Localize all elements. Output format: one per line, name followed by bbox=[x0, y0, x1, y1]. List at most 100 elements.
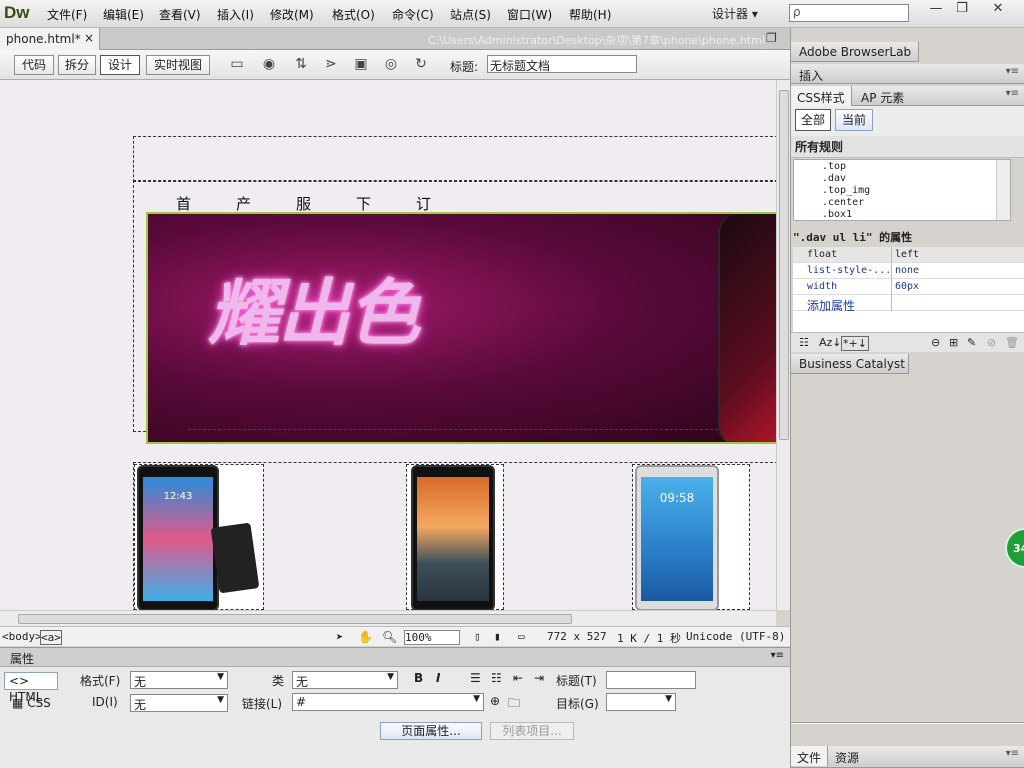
tab-files[interactable]: 文件 bbox=[791, 746, 829, 766]
tab-assets[interactable]: 资源 bbox=[829, 746, 865, 766]
vertical-scrollbar[interactable] bbox=[776, 80, 790, 610]
window-size-readout[interactable]: 772 x 527 bbox=[547, 630, 607, 643]
phone-size-icon[interactable]: ▯ bbox=[474, 630, 481, 643]
rules-scrollbar[interactable] bbox=[996, 160, 1010, 220]
browserlab-panel-tab[interactable]: Adobe BrowserLab bbox=[791, 42, 919, 62]
validate-icon[interactable]: ◎ bbox=[380, 56, 402, 74]
horizontal-scrollbar[interactable] bbox=[0, 610, 776, 626]
menu-file[interactable]: 文件(F) bbox=[47, 6, 87, 23]
ordered-list-icon[interactable]: ☷ bbox=[491, 671, 502, 685]
design-view-button[interactable]: 设计 bbox=[100, 55, 140, 75]
delete-rule-icon[interactable]: 🗑︎ bbox=[1005, 336, 1019, 349]
product-box-3[interactable]: 09:58 bbox=[632, 464, 750, 610]
close-button[interactable]: ✕ bbox=[984, 1, 1012, 19]
top-div[interactable] bbox=[133, 136, 776, 182]
debug-icon[interactable]: ⋗ bbox=[320, 56, 342, 74]
document-title-input[interactable]: 无标题文档 bbox=[487, 55, 637, 73]
edit-rule-icon[interactable]: ✎ bbox=[967, 336, 976, 349]
page-properties-button[interactable]: 页面属性... bbox=[380, 722, 482, 740]
point-to-file-icon[interactable]: ⊕ bbox=[490, 694, 500, 708]
horizontal-scroll-thumb[interactable] bbox=[18, 614, 572, 624]
outdent-icon[interactable]: ⇤ bbox=[513, 671, 523, 685]
italic-button[interactable]: I bbox=[436, 671, 440, 685]
link-input[interactable]: # ▼ bbox=[292, 693, 484, 711]
all-rules-button[interactable]: 全部 bbox=[795, 109, 831, 131]
insert-panel-header[interactable]: 插入 ▾≡ bbox=[791, 64, 1024, 84]
rule-item[interactable]: .top_img bbox=[822, 185, 870, 196]
panel-menu-icon[interactable]: ▾≡ bbox=[1006, 66, 1019, 77]
tablet-size-icon[interactable]: ▮ bbox=[494, 630, 501, 643]
browse-folder-icon[interactable]: 🗀︎ bbox=[508, 694, 520, 715]
desktop-size-icon[interactable]: ▭ bbox=[518, 630, 525, 643]
menu-help[interactable]: 帮助(H) bbox=[569, 6, 611, 23]
product-box-1[interactable]: 12:43 bbox=[134, 464, 264, 610]
rule-item[interactable]: .center bbox=[822, 197, 864, 208]
live-view-button[interactable]: 实时视图 bbox=[146, 55, 210, 75]
property-row[interactable]: list-style-... none bbox=[793, 263, 1024, 279]
document-path: C:\Users\Administrator\Desktop\杂项\第7章\ph… bbox=[428, 34, 765, 47]
property-row[interactable]: width 60px bbox=[793, 279, 1024, 295]
menu-view[interactable]: 查看(V) bbox=[159, 6, 201, 23]
css-mode-button[interactable]: ▦ CSS bbox=[12, 696, 51, 710]
hand-tool-icon[interactable]: ✋ bbox=[358, 630, 373, 644]
zoom-select[interactable]: 100% bbox=[404, 630, 460, 645]
select-tool-icon[interactable]: ➤ bbox=[336, 630, 343, 644]
tag-a[interactable]: <a> bbox=[40, 630, 62, 645]
banner-image[interactable]: 耀出色 bbox=[146, 212, 776, 444]
menu-insert[interactable]: 插入(I) bbox=[217, 6, 254, 23]
visual-aids-icon[interactable]: ▣ bbox=[350, 56, 372, 74]
menu-modify[interactable]: 修改(M) bbox=[270, 6, 314, 23]
tab-css-styles[interactable]: CSS样式 bbox=[791, 86, 852, 106]
category-view-icon[interactable]: ☷ bbox=[799, 336, 809, 349]
split-view-button[interactable]: 拆分 bbox=[58, 55, 96, 75]
tag-body[interactable]: <body> bbox=[2, 630, 42, 643]
bold-button[interactable]: B bbox=[414, 671, 423, 685]
business-catalyst-tab[interactable]: Business Catalyst bbox=[791, 354, 909, 374]
file-transfer-icon[interactable]: ⇅ bbox=[290, 56, 312, 74]
attach-stylesheet-icon[interactable]: ⊖ bbox=[931, 336, 940, 349]
search-input[interactable]: ρ bbox=[789, 4, 909, 22]
menu-window[interactable]: 窗口(W) bbox=[507, 6, 552, 23]
menu-site[interactable]: 站点(S) bbox=[450, 6, 491, 23]
menu-format[interactable]: 格式(O) bbox=[332, 6, 375, 23]
restore-doc-icon[interactable]: ❐ bbox=[766, 31, 777, 45]
sort-az-icon[interactable]: Az↓ bbox=[819, 336, 842, 349]
panel-menu-icon[interactable]: ▾≡ bbox=[1006, 88, 1019, 99]
restore-button[interactable]: ❐ bbox=[948, 1, 976, 19]
preview-browser-icon[interactable]: ◉ bbox=[258, 56, 280, 74]
refresh-icon[interactable]: ↻ bbox=[410, 56, 432, 74]
add-property-row[interactable]: 添加属性 bbox=[793, 295, 1024, 313]
id-select[interactable]: 无 ▼ bbox=[130, 694, 228, 712]
vertical-scroll-thumb[interactable] bbox=[779, 90, 789, 440]
indent-icon[interactable]: ⇥ bbox=[534, 671, 544, 685]
set-properties-icon[interactable]: *+↓ bbox=[841, 336, 869, 351]
disable-property-icon[interactable]: ⊘ bbox=[987, 336, 996, 349]
workspace-switcher[interactable]: 设计器 ▾ bbox=[712, 5, 758, 22]
rules-list[interactable]: .top .dav .top_img .center .box1 bbox=[793, 159, 1011, 221]
html-mode-button[interactable]: <> HTML bbox=[4, 672, 58, 704]
rule-item[interactable]: .box1 bbox=[822, 209, 852, 220]
rule-item[interactable]: .dav bbox=[822, 173, 846, 184]
code-view-button[interactable]: 代码 bbox=[14, 55, 54, 75]
format-select[interactable]: 无 ▼ bbox=[130, 671, 228, 689]
zoom-tool-icon[interactable]: 🔍︎ bbox=[382, 630, 397, 644]
close-tab-icon[interactable]: × bbox=[84, 31, 94, 45]
panel-menu-icon[interactable]: ▾≡ bbox=[771, 650, 784, 661]
product-box-2[interactable] bbox=[406, 464, 504, 610]
tab-ap-elements[interactable]: AP 元素 bbox=[855, 86, 910, 106]
multiscreen-icon[interactable]: ▭ bbox=[226, 56, 248, 74]
unordered-list-icon[interactable]: ☰ bbox=[470, 671, 481, 685]
panel-menu-icon[interactable]: ▾≡ bbox=[1006, 748, 1019, 759]
target-select[interactable]: ▼ bbox=[606, 693, 676, 711]
property-row[interactable]: float left bbox=[793, 247, 1024, 263]
menu-edit[interactable]: 编辑(E) bbox=[103, 6, 144, 23]
document-tab[interactable]: phone.html* × bbox=[0, 28, 100, 50]
class-select[interactable]: 无 ▼ bbox=[292, 671, 398, 689]
design-view-canvas[interactable]: 首页 产品 服务 下载 订购 耀出色 12:43 09:58 bbox=[0, 80, 776, 610]
menu-commands[interactable]: 命令(C) bbox=[392, 6, 434, 23]
minimize-button[interactable]: — bbox=[922, 1, 950, 19]
rule-item[interactable]: .top bbox=[822, 161, 846, 172]
title-input-prop[interactable] bbox=[606, 671, 696, 689]
new-rule-icon[interactable]: ⊞ bbox=[949, 336, 958, 349]
current-rules-button[interactable]: 当前 bbox=[835, 109, 873, 131]
